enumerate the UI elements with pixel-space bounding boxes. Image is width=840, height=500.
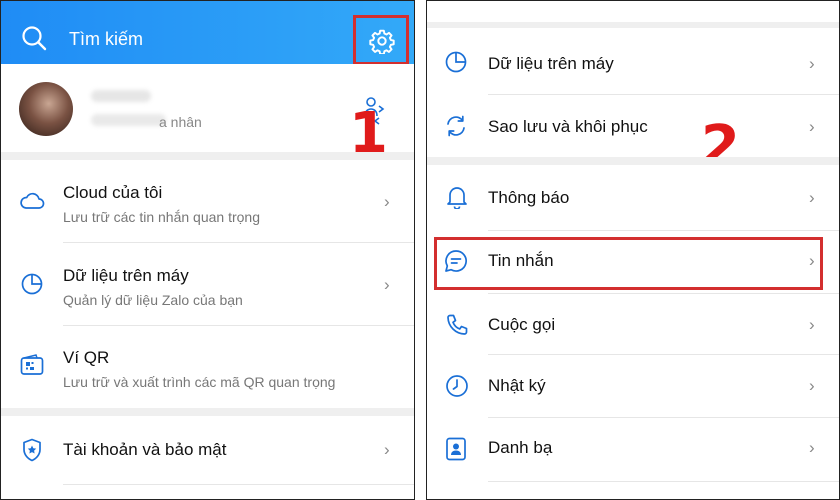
panel-gap xyxy=(415,0,426,500)
chevron-right-icon: › xyxy=(809,188,815,207)
avatar[interactable] xyxy=(19,82,73,136)
menu-item-title: Ví QR xyxy=(63,348,110,367)
chevron-right-icon: › xyxy=(809,54,815,73)
menu-item-title: Cuộc gọi xyxy=(488,315,556,334)
menu-item-title: Nhật ký xyxy=(488,376,546,395)
menu-item-device-data[interactable]: Dữ liệu trên máy Quản lý dữ liệu Zalo củ… xyxy=(1,243,414,325)
contacts-icon xyxy=(446,437,466,461)
section-divider xyxy=(427,22,839,28)
menu-item-title: Thông báo xyxy=(488,188,570,207)
pie-chart-icon xyxy=(21,273,43,295)
phone-icon xyxy=(447,314,468,335)
menu-item-cloud[interactable]: Cloud của tôi Lưu trữ các tin nhắn quan … xyxy=(1,160,414,242)
menu-item-notifications[interactable]: Thông báo › xyxy=(427,165,839,229)
menu-item-device-data[interactable]: Dữ liệu trên máy › xyxy=(427,31,839,93)
menu-item-qr-wallet[interactable]: Ví QR Lưu trữ và xuất trình các mã QR qu… xyxy=(1,326,414,408)
menu-item-account-security[interactable]: Tài khoản và bảo mật › xyxy=(1,416,414,484)
chevron-right-icon: › xyxy=(384,275,390,294)
section-divider xyxy=(1,152,414,160)
settings-panel-left: Tìm kiếm a nhân 1 Cloud của tôi Lưu trữ … xyxy=(0,0,415,500)
profile-row[interactable]: a nhân 1 xyxy=(1,64,414,162)
menu-item-title: Danh bạ xyxy=(488,438,553,457)
chevron-right-icon: › xyxy=(384,440,390,459)
cloud-icon xyxy=(20,192,45,209)
section-divider xyxy=(427,157,839,165)
chevron-right-icon: › xyxy=(809,376,815,395)
qr-wallet-icon xyxy=(20,354,44,375)
sync-icon xyxy=(447,115,465,137)
menu-item-title: Dữ liệu trên máy xyxy=(488,54,614,73)
menu-item-title: Cloud của tôi xyxy=(63,183,163,202)
menu-item-subtitle: Lưu trữ các tin nhắn quan trọng xyxy=(63,209,260,225)
chevron-right-icon: › xyxy=(809,117,815,136)
menu-item-subtitle: Lưu trữ và xuất trình các mã QR quan trọ… xyxy=(63,374,336,390)
profile-sub-blurred xyxy=(91,114,166,126)
menu-item-title: Tài khoản và bảo mật xyxy=(63,440,227,459)
separator xyxy=(488,481,839,482)
chevron-right-icon: › xyxy=(809,315,815,334)
settings-highlight-box xyxy=(353,15,409,65)
menu-item-title: Dữ liệu trên máy xyxy=(63,266,189,285)
messages-highlight-box xyxy=(434,237,823,290)
chevron-right-icon: › xyxy=(809,438,815,457)
gear-icon[interactable] xyxy=(369,28,395,54)
search-header: Tìm kiếm xyxy=(1,1,414,65)
profile-subtitle: a nhân xyxy=(159,114,202,130)
clock-icon xyxy=(446,375,468,397)
bell-icon xyxy=(447,187,467,209)
section-divider xyxy=(1,408,414,416)
profile-name-blurred xyxy=(91,90,151,102)
pie-chart-icon xyxy=(445,51,467,73)
chevron-right-icon: › xyxy=(384,192,390,211)
menu-item-contacts[interactable]: Danh bạ › xyxy=(427,418,839,480)
menu-item-calls[interactable]: Cuộc gọi › xyxy=(427,294,839,356)
shield-icon xyxy=(23,438,41,462)
search-icon[interactable] xyxy=(21,25,47,51)
separator xyxy=(63,484,414,485)
menu-item-timeline[interactable]: Nhật ký › xyxy=(427,355,839,417)
menu-item-backup-restore[interactable]: Sao lưu và khôi phục › 2 xyxy=(427,95,839,175)
search-input[interactable]: Tìm kiếm xyxy=(69,29,143,50)
menu-item-title: Sao lưu và khôi phục xyxy=(488,117,648,136)
menu-item-subtitle: Quản lý dữ liệu Zalo của bạn xyxy=(63,292,243,308)
settings-panel-right: Dữ liệu trên máy › Sao lưu và khôi phục … xyxy=(426,0,840,500)
